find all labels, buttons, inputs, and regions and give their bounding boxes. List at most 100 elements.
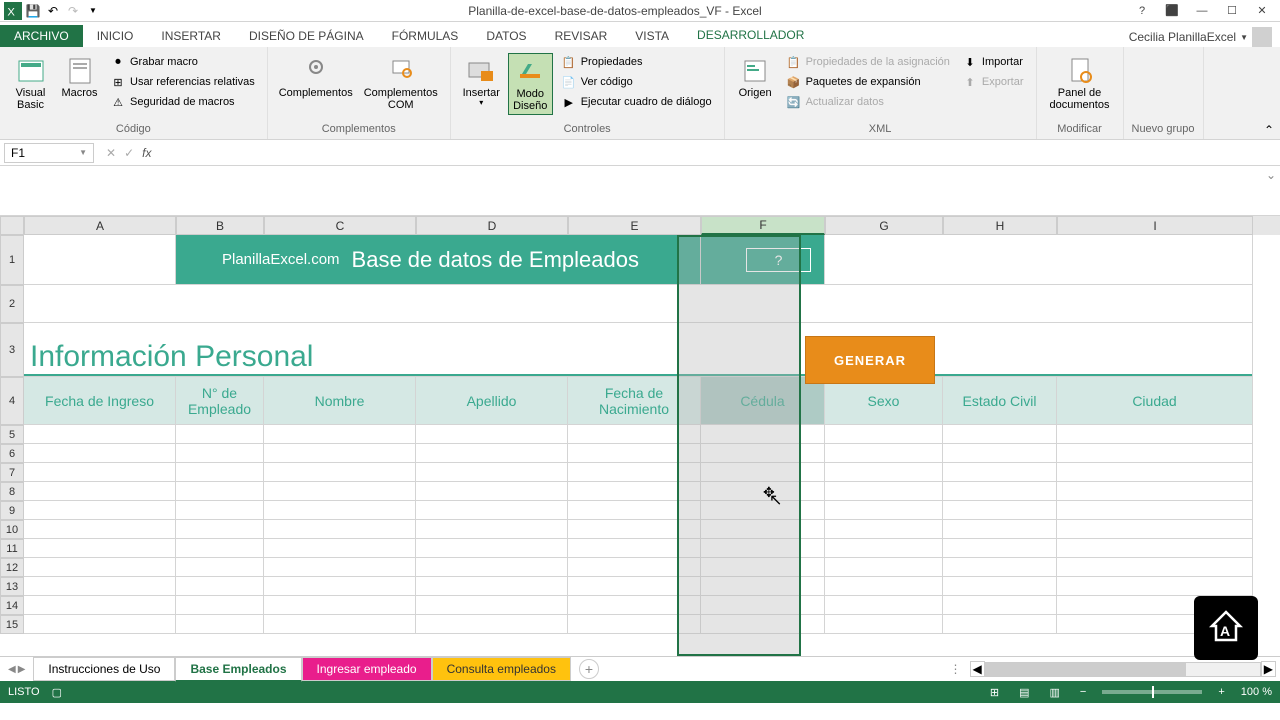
cell[interactable]	[943, 501, 1057, 520]
row-13[interactable]: 13	[0, 577, 24, 596]
help-icon[interactable]: ?	[1128, 2, 1156, 20]
cell[interactable]	[24, 520, 176, 539]
cell[interactable]	[943, 558, 1057, 577]
cell[interactable]	[1057, 501, 1253, 520]
cell[interactable]	[943, 463, 1057, 482]
cell[interactable]	[264, 425, 416, 444]
cell[interactable]	[264, 539, 416, 558]
cell[interactable]	[825, 463, 943, 482]
row-8[interactable]: 8	[0, 482, 24, 501]
grabar-macro-button[interactable]: ⏺Grabar macro	[106, 53, 259, 71]
origen-button[interactable]: Origen	[733, 53, 778, 101]
view-pagebreak-icon[interactable]: ▥	[1046, 686, 1064, 699]
hscroll-left-icon[interactable]: ◀	[970, 661, 985, 677]
ver-codigo-button[interactable]: 📄Ver código	[557, 73, 716, 91]
ribbon-options-icon[interactable]: ⬛	[1158, 2, 1186, 20]
cell[interactable]	[701, 444, 825, 463]
paquetes-expansion-button[interactable]: 📦Paquetes de expansión	[782, 73, 954, 91]
cell[interactable]	[701, 482, 825, 501]
tab-archivo[interactable]: ARCHIVO	[0, 25, 83, 47]
row-15[interactable]: 15	[0, 615, 24, 634]
cell[interactable]	[825, 596, 943, 615]
cell[interactable]	[24, 463, 176, 482]
row-12[interactable]: 12	[0, 558, 24, 577]
cell[interactable]	[264, 558, 416, 577]
cell[interactable]	[825, 444, 943, 463]
cell[interactable]	[1057, 539, 1253, 558]
row-5[interactable]: 5	[0, 425, 24, 444]
cell[interactable]	[701, 596, 825, 615]
fx-icon[interactable]: fx	[142, 146, 151, 160]
cell[interactable]	[568, 501, 701, 520]
enter-formula-icon[interactable]: ✓	[124, 146, 134, 160]
cell[interactable]	[416, 482, 568, 501]
cell[interactable]	[416, 596, 568, 615]
col-b[interactable]: B	[176, 216, 264, 235]
tab-desarrollador[interactable]: DESARROLLADOR	[683, 24, 818, 47]
cell[interactable]	[568, 425, 701, 444]
cell[interactable]	[701, 501, 825, 520]
cell[interactable]	[176, 501, 264, 520]
hscroll-track[interactable]	[985, 662, 1261, 677]
modo-diseno-button[interactable]: Modo Diseño	[508, 53, 553, 115]
cell[interactable]	[943, 520, 1057, 539]
cell[interactable]	[568, 596, 701, 615]
cell[interactable]	[24, 444, 176, 463]
insertar-control-button[interactable]: Insertar▾	[459, 53, 504, 110]
cell[interactable]	[1057, 482, 1253, 501]
cell[interactable]	[176, 482, 264, 501]
cell[interactable]	[568, 444, 701, 463]
cell[interactable]	[568, 520, 701, 539]
cell[interactable]	[568, 577, 701, 596]
visual-basic-button[interactable]: Visual Basic	[8, 53, 53, 113]
cell[interactable]	[943, 596, 1057, 615]
redo-icon[interactable]: ↷	[64, 2, 82, 20]
sheet-instrucciones[interactable]: Instrucciones de Uso	[33, 657, 175, 681]
col-a[interactable]: A	[24, 216, 176, 235]
cell[interactable]	[264, 520, 416, 539]
row-6[interactable]: 6	[0, 444, 24, 463]
cell[interactable]	[24, 501, 176, 520]
add-sheet-button[interactable]: +	[579, 659, 599, 679]
sheet-ingresar-empleado[interactable]: Ingresar empleado	[302, 657, 432, 681]
row-10[interactable]: 10	[0, 520, 24, 539]
view-normal-icon[interactable]: ⊞	[986, 686, 1003, 699]
row-14[interactable]: 14	[0, 596, 24, 615]
cell[interactable]	[416, 539, 568, 558]
cell[interactable]	[568, 463, 701, 482]
cell[interactable]	[1057, 444, 1253, 463]
cell[interactable]	[24, 615, 176, 634]
cancel-formula-icon[interactable]: ✕	[106, 146, 116, 160]
help-banner-button[interactable]: ?	[746, 248, 812, 272]
cell[interactable]	[701, 577, 825, 596]
cell[interactable]	[264, 482, 416, 501]
zoom-level[interactable]: 100 %	[1241, 686, 1272, 698]
cell[interactable]	[264, 463, 416, 482]
cell[interactable]	[825, 425, 943, 444]
cell[interactable]	[176, 425, 264, 444]
formula-input[interactable]	[163, 143, 1280, 163]
collapse-ribbon-icon[interactable]: ⌃	[1264, 123, 1274, 137]
cell[interactable]	[701, 463, 825, 482]
cell[interactable]	[568, 558, 701, 577]
hdr-nombre[interactable]: Nombre	[264, 377, 416, 425]
cell[interactable]	[1057, 425, 1253, 444]
hdr-apellido[interactable]: Apellido	[416, 377, 568, 425]
cell[interactable]	[24, 596, 176, 615]
maximize-icon[interactable]: ☐	[1218, 2, 1246, 20]
col-c[interactable]: C	[264, 216, 416, 235]
cell[interactable]	[1057, 558, 1253, 577]
cell[interactable]	[825, 539, 943, 558]
seguridad-macros-button[interactable]: ⚠Seguridad de macros	[106, 93, 259, 111]
namebox[interactable]: F1▼	[4, 143, 94, 163]
cell[interactable]	[568, 539, 701, 558]
row-2[interactable]: 2	[0, 285, 24, 323]
hdr-cedula[interactable]: Cédula	[701, 377, 825, 425]
cell[interactable]	[825, 558, 943, 577]
propiedades-button[interactable]: 📋Propiedades	[557, 53, 716, 71]
cell[interactable]	[1057, 577, 1253, 596]
cell[interactable]	[416, 444, 568, 463]
cell[interactable]	[1057, 520, 1253, 539]
zoom-slider[interactable]	[1102, 690, 1202, 694]
sheet-nav-next-icon[interactable]: ▶	[18, 664, 26, 675]
